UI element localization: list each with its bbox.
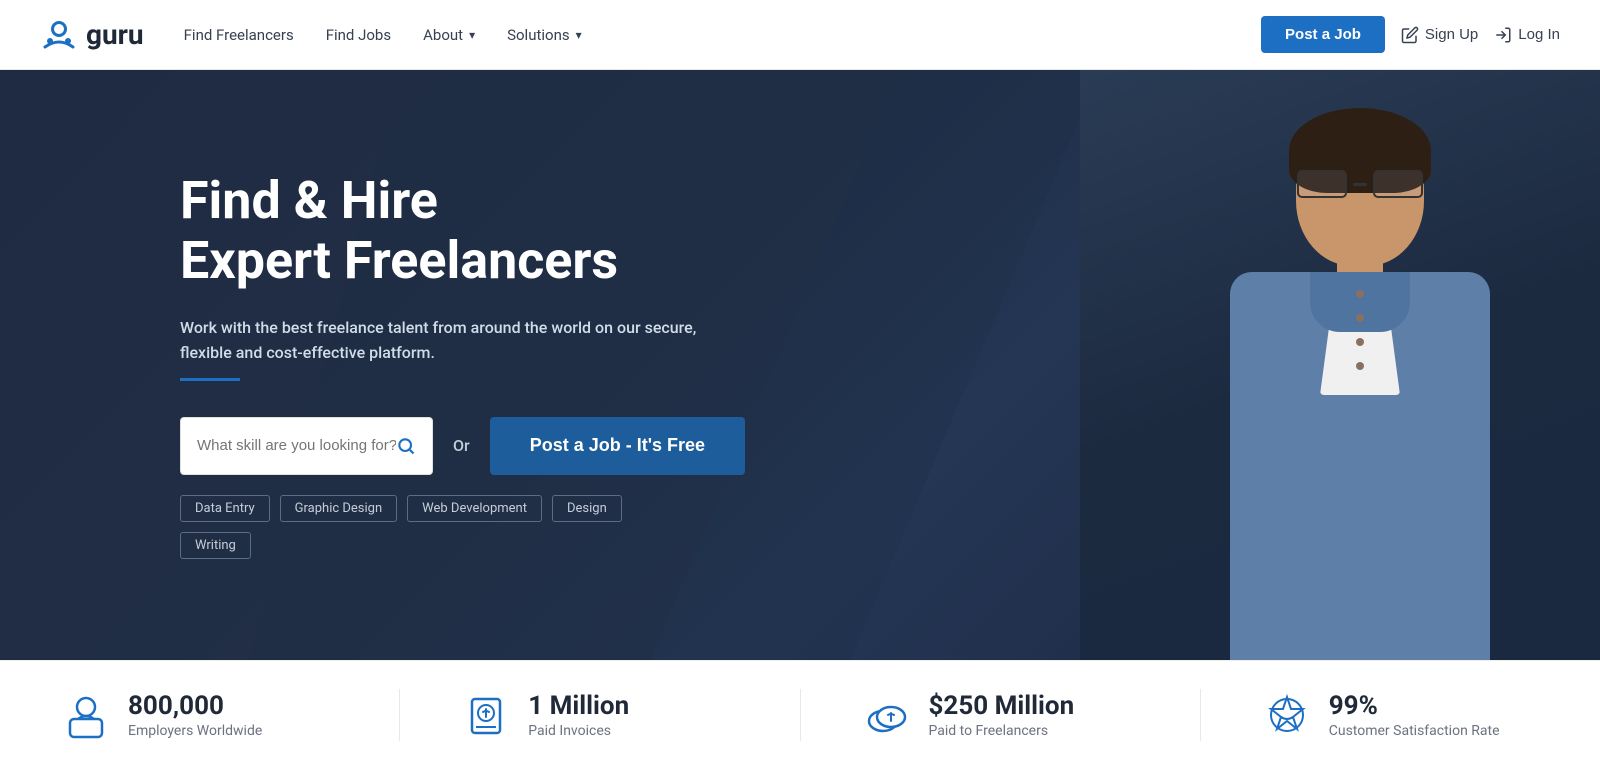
- paid-text: $250 Million Paid to Freelancers: [929, 691, 1075, 738]
- navbar-right: Post a Job Sign Up Log In: [1261, 16, 1560, 53]
- login-icon: [1494, 26, 1512, 44]
- stat-paid: $250 Million Paid to Freelancers: [801, 689, 1201, 741]
- employers-label: Employers Worldwide: [128, 723, 262, 739]
- nav-about[interactable]: About: [423, 26, 475, 44]
- invoices-text: 1 Million Paid Invoices: [528, 691, 629, 738]
- navbar: guru Find Freelancers Find Jobs About So…: [0, 0, 1600, 70]
- or-text: Or: [453, 436, 470, 455]
- satisfaction-icon: [1261, 689, 1313, 741]
- search-button[interactable]: [396, 436, 416, 456]
- tag-writing[interactable]: Writing: [180, 532, 251, 559]
- employers-text: 800,000 Employers Worldwide: [128, 691, 262, 738]
- stats-bar: 800,000 Employers Worldwide 1 Million Pa…: [0, 660, 1600, 769]
- sign-up-button[interactable]: Sign Up: [1401, 26, 1478, 44]
- invoices-icon: [460, 689, 512, 741]
- navbar-left: guru Find Freelancers Find Jobs About So…: [40, 17, 582, 53]
- invoices-number: 1 Million: [528, 691, 629, 722]
- hero-image: [1080, 70, 1600, 660]
- post-job-free-button[interactable]: Post a Job - It's Free: [490, 417, 745, 475]
- paid-number: $250 Million: [929, 691, 1075, 722]
- tags-row: Data Entry Graphic Design Web Developmen…: [180, 495, 700, 559]
- invoices-label: Paid Invoices: [528, 723, 629, 739]
- nav-find-freelancers[interactable]: Find Freelancers: [184, 26, 294, 44]
- sign-up-label: Sign Up: [1425, 26, 1478, 43]
- tag-web-development[interactable]: Web Development: [407, 495, 542, 522]
- signup-icon: [1401, 26, 1419, 44]
- hero-title: Find & Hire Expert Freelancers: [180, 171, 700, 291]
- hero-content: Find & Hire Expert Freelancers Work with…: [0, 91, 700, 639]
- employers-number: 800,000: [128, 691, 262, 722]
- paid-label: Paid to Freelancers: [929, 723, 1075, 739]
- nav-solutions[interactable]: Solutions: [507, 26, 582, 44]
- search-input[interactable]: [197, 437, 396, 454]
- satisfaction-number: 99%: [1329, 691, 1500, 722]
- satisfaction-label: Customer Satisfaction Rate: [1329, 723, 1500, 739]
- hero-divider: [180, 378, 240, 381]
- stat-employers: 800,000 Employers Worldwide: [0, 689, 400, 741]
- log-in-button[interactable]: Log In: [1494, 26, 1560, 44]
- nav-links: Find Freelancers Find Jobs About Solutio…: [184, 26, 582, 44]
- tag-data-entry[interactable]: Data Entry: [180, 495, 270, 522]
- hero-title-line2: Expert Freelancers: [180, 230, 618, 291]
- stat-satisfaction: 99% Customer Satisfaction Rate: [1201, 689, 1600, 741]
- nav-find-jobs[interactable]: Find Jobs: [326, 26, 391, 44]
- stat-invoices: 1 Million Paid Invoices: [400, 689, 800, 741]
- logo-text: guru: [86, 18, 144, 51]
- tag-design[interactable]: Design: [552, 495, 622, 522]
- search-box: [180, 417, 433, 475]
- employers-icon: [60, 689, 112, 741]
- tag-graphic-design[interactable]: Graphic Design: [280, 495, 398, 522]
- hero-subtitle: Work with the best freelance talent from…: [180, 315, 700, 366]
- hero-title-line1: Find & Hire: [180, 170, 438, 231]
- logo[interactable]: guru: [40, 17, 144, 53]
- search-icon: [396, 436, 416, 456]
- satisfaction-text: 99% Customer Satisfaction Rate: [1329, 691, 1500, 738]
- logo-icon: [40, 17, 78, 53]
- post-job-button[interactable]: Post a Job: [1261, 16, 1385, 53]
- log-in-label: Log In: [1518, 26, 1560, 43]
- paid-icon: [861, 689, 913, 741]
- hero-search-row: Or Post a Job - It's Free: [180, 417, 700, 475]
- hero-section: Find & Hire Expert Freelancers Work with…: [0, 70, 1600, 660]
